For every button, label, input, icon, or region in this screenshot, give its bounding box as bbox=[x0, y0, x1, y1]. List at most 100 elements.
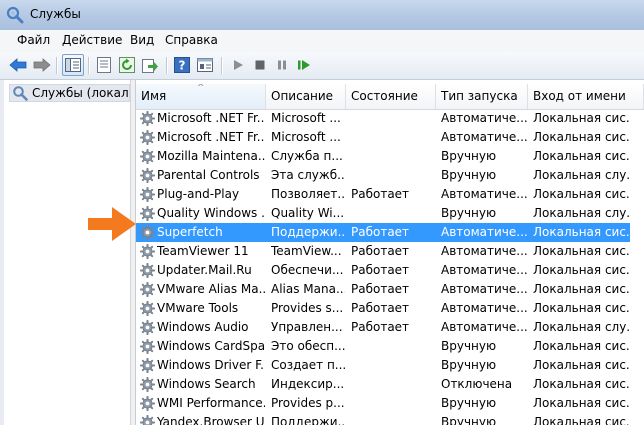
service-description: Позволяет... bbox=[271, 187, 345, 201]
service-logon: Локальная сис... bbox=[533, 244, 630, 258]
table-row[interactable]: Microsoft .NET Fr... Microsoft ... Автомат… bbox=[136, 128, 630, 147]
service-status: Работает bbox=[351, 187, 410, 201]
service-status bbox=[351, 356, 435, 375]
service-status bbox=[351, 128, 435, 147]
table-row[interactable]: Windows Driver F... Создает п... Вручную Ло… bbox=[136, 356, 630, 375]
menu-view[interactable]: Вид bbox=[130, 33, 154, 47]
service-logon: Локальная сис... bbox=[533, 377, 630, 391]
table-row[interactable]: Quality Windows ... Quality Wi... Вручную Л… bbox=[136, 204, 630, 223]
service-status bbox=[351, 166, 435, 185]
service-gear-icon bbox=[139, 395, 156, 412]
tree-item-services[interactable]: Службы (локальные) bbox=[9, 84, 130, 102]
service-status bbox=[351, 109, 435, 128]
stop-service-icon[interactable] bbox=[250, 55, 270, 75]
service-description: Создает п... bbox=[271, 358, 345, 372]
service-status bbox=[351, 147, 435, 166]
services-list: ^ Имя Описание Состояние Тип запуска Вхо… bbox=[136, 80, 644, 425]
table-row[interactable]: WMI Performance... Provides p... Вручную Ло… bbox=[136, 394, 630, 413]
start-service-icon[interactable] bbox=[228, 55, 248, 75]
service-name: VMware Tools bbox=[157, 301, 239, 315]
service-name: Superfetch bbox=[157, 225, 223, 239]
table-row[interactable]: VMware Tools Provides s... Работает Автомат… bbox=[136, 299, 630, 318]
table-row[interactable]: Plug-and-Play Позволяет... Работает Автомат… bbox=[136, 185, 630, 204]
service-startup-type: Автоматиче... bbox=[441, 130, 527, 144]
tree-border bbox=[0, 80, 4, 425]
column-header-name[interactable]: ^ Имя bbox=[136, 84, 266, 109]
service-startup-type: Автоматиче... bbox=[441, 187, 527, 201]
table-row[interactable]: Superfetch Поддержи... Работает Автоматиче.… bbox=[136, 223, 630, 242]
service-status bbox=[351, 337, 435, 356]
service-gear-icon bbox=[139, 300, 156, 317]
service-logon: Локальная слу... bbox=[533, 320, 630, 334]
table-row[interactable]: Yandex.Browser U... Поддержи... Вручную Лок… bbox=[136, 413, 630, 425]
toolbar-separator bbox=[88, 57, 90, 74]
service-startup-type: Автоматиче... bbox=[441, 301, 527, 315]
table-row[interactable]: VMware Alias Ma... Alias Mana... Работает А… bbox=[136, 280, 630, 299]
show-hide-tree-icon[interactable] bbox=[62, 54, 84, 76]
service-description: Provides s... bbox=[271, 301, 344, 315]
table-row[interactable]: Windows Audio Управлен... Работает Автомати… bbox=[136, 318, 630, 337]
column-header-description[interactable]: Описание bbox=[266, 84, 346, 109]
service-logon: Локальная сис... bbox=[533, 301, 630, 315]
service-name: Mozilla Maintena... bbox=[157, 149, 265, 163]
service-logon: Локальная слу... bbox=[533, 168, 630, 182]
service-name: Windows Audio bbox=[157, 320, 249, 334]
service-startup-type: Вручную bbox=[441, 168, 497, 182]
table-row[interactable]: Parental Controls Эта служб... Вручную Лока… bbox=[136, 166, 630, 185]
console-view-icon[interactable] bbox=[195, 55, 215, 75]
title-bar: Службы bbox=[0, 0, 644, 31]
service-name: Parental Controls bbox=[157, 168, 260, 182]
column-header-status[interactable]: Состояние bbox=[346, 84, 436, 109]
toolbar-separator bbox=[221, 57, 223, 74]
service-logon: Локальная сис... bbox=[533, 263, 630, 277]
menu-action[interactable]: Действие bbox=[62, 33, 122, 47]
restart-service-icon[interactable] bbox=[294, 55, 314, 75]
service-startup-type: Вручную bbox=[441, 206, 497, 220]
table-row[interactable]: TeamViewer 11 TeamView... Работает Автомати… bbox=[136, 242, 630, 261]
service-name: WMI Performance... bbox=[157, 396, 265, 410]
refresh-icon[interactable] bbox=[117, 55, 137, 75]
service-description: Обеспечи... bbox=[271, 263, 344, 277]
forward-arrow-icon[interactable] bbox=[32, 55, 52, 75]
service-name: VMware Alias Ma... bbox=[157, 282, 265, 296]
service-description: Поддержи... bbox=[271, 415, 345, 425]
menu-file[interactable]: Файл bbox=[17, 33, 50, 47]
menu-help[interactable]: Справка bbox=[165, 33, 218, 47]
table-row[interactable]: Mozilla Maintena... Служба п... Вручную Лок… bbox=[136, 147, 630, 166]
properties-icon[interactable] bbox=[94, 55, 114, 75]
list-header: ^ Имя Описание Состояние Тип запуска Вхо… bbox=[136, 84, 644, 110]
column-header-log-on-as[interactable]: Вход от имени bbox=[528, 84, 644, 109]
service-description: Quality Wi... bbox=[271, 206, 345, 220]
service-startup-type: Автоматиче... bbox=[441, 263, 527, 277]
services-icon bbox=[13, 86, 28, 101]
service-status bbox=[351, 375, 435, 394]
toolbar-separator bbox=[56, 57, 58, 74]
service-logon: Локальная сис... bbox=[533, 149, 630, 163]
service-startup-type: Автоматиче... bbox=[441, 225, 527, 239]
service-startup-type: Автоматиче... bbox=[441, 282, 527, 296]
service-gear-icon bbox=[139, 414, 156, 425]
service-description: Управлен... bbox=[271, 320, 343, 334]
help-icon[interactable]: ? bbox=[172, 55, 192, 75]
service-description: Microsoft ... bbox=[271, 111, 341, 125]
table-row[interactable]: Microsoft .NET Fr... Microsoft ... Автомат… bbox=[136, 109, 630, 128]
table-row[interactable]: Updater.Mail.Ru Обеспечи... Работает Автома… bbox=[136, 261, 630, 280]
service-gear-icon bbox=[139, 205, 156, 222]
service-name: Plug-and-Play bbox=[157, 187, 240, 201]
tree-item-label: Службы (локальные) bbox=[32, 86, 129, 100]
table-row[interactable]: Windows Search Индексир... Отключена Локаль… bbox=[136, 375, 630, 394]
service-startup-type: Автоматиче... bbox=[441, 111, 527, 125]
export-icon[interactable] bbox=[140, 55, 160, 75]
service-status: Работает bbox=[351, 263, 410, 277]
back-arrow-icon[interactable] bbox=[8, 55, 28, 75]
service-logon: Локальная сис... bbox=[533, 339, 630, 353]
pause-service-icon[interactable] bbox=[272, 55, 292, 75]
service-description: Поддержи... bbox=[271, 225, 345, 239]
service-startup-type: Вручную bbox=[441, 339, 497, 353]
service-status: Работает bbox=[351, 320, 410, 334]
column-header-startup-type[interactable]: Тип запуска bbox=[436, 84, 528, 109]
service-gear-icon bbox=[139, 319, 156, 336]
menu-bar: Файл Действие Вид Справка bbox=[0, 30, 644, 53]
svg-text:?: ? bbox=[179, 59, 186, 73]
table-row[interactable]: Windows CardSpa... Это обесп... Вручную Лок… bbox=[136, 337, 630, 356]
